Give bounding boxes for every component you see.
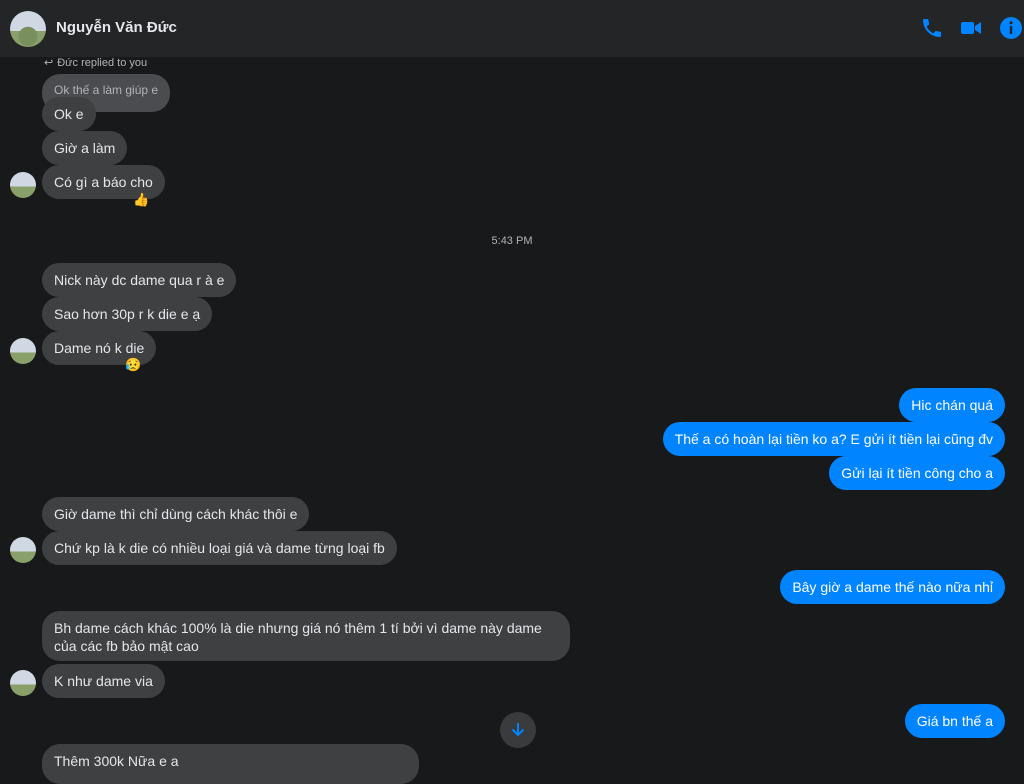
outgoing-message[interactable]: Giá bn thế a bbox=[904, 704, 1005, 738]
arrow-down-icon bbox=[512, 723, 524, 736]
sender-avatar[interactable] bbox=[10, 670, 36, 696]
incoming-message[interactable]: Chứ kp là k die có nhiều loại giá và dam… bbox=[42, 531, 397, 565]
thumbs-up-reaction-icon[interactable]: 👍 bbox=[133, 193, 149, 207]
video-camera-icon[interactable] bbox=[959, 16, 983, 40]
chat-header: Nguyễn Văn Đức bbox=[0, 0, 1024, 57]
incoming-message[interactable]: Bh dame cách khác 100% là die nhưng giá … bbox=[42, 611, 570, 661]
contact-name[interactable]: Nguyễn Văn Đức bbox=[56, 19, 177, 36]
info-icon[interactable] bbox=[999, 16, 1023, 40]
outgoing-message[interactable]: Gửi lại ít tiền công cho a bbox=[829, 456, 1005, 490]
incoming-message[interactable]: Giờ dame thì chỉ dùng cách khác thôi e bbox=[42, 497, 310, 531]
contact-avatar[interactable] bbox=[10, 11, 46, 47]
incoming-message[interactable]: K như dame via bbox=[42, 664, 165, 698]
scroll-to-bottom-button[interactable] bbox=[500, 712, 536, 748]
sender-avatar[interactable] bbox=[10, 537, 36, 563]
incoming-message[interactable]: Giờ a làm bbox=[42, 131, 128, 165]
incoming-message[interactable]: Ok e bbox=[42, 97, 96, 131]
incoming-message[interactable]: Nick này dc dame qua r à e bbox=[42, 263, 237, 297]
incoming-message[interactable]: Sao hơn 30p r k die e ạ bbox=[42, 297, 213, 331]
reply-note: ↩ Đức replied to you bbox=[44, 56, 147, 69]
incoming-message[interactable]: Thêm 300k Nữa e a bbox=[42, 744, 419, 784]
reply-arrow-icon: ↩ bbox=[44, 57, 54, 69]
outgoing-message[interactable]: Hic chán quá bbox=[899, 388, 1005, 422]
sender-avatar[interactable] bbox=[10, 172, 36, 198]
reply-note-text: Đức replied to you bbox=[57, 57, 148, 69]
sender-avatar[interactable] bbox=[10, 338, 36, 364]
phone-icon[interactable] bbox=[920, 16, 944, 40]
sad-face-reaction-icon[interactable]: 😥 bbox=[125, 358, 141, 372]
outgoing-message[interactable]: Thế a có hoàn lại tiền ko a? E gửi ít ti… bbox=[662, 422, 1005, 456]
message-timestamp: 5:43 PM bbox=[491, 235, 533, 247]
outgoing-message[interactable]: Bây giờ a dame thế nào nữa nhỉ bbox=[780, 570, 1005, 604]
